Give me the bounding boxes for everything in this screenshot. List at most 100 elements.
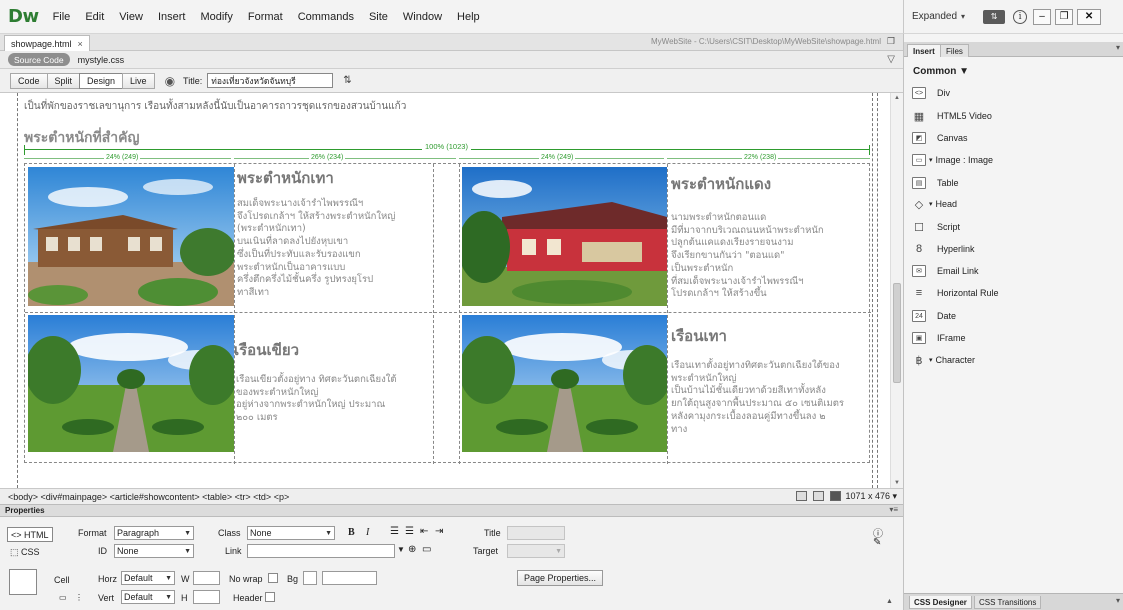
cell-height-input[interactable] — [193, 590, 220, 604]
point-to-file-icon[interactable]: ⊕ — [408, 544, 416, 555]
italic-button[interactable]: I — [366, 527, 369, 538]
insert-horizontal-rule[interactable]: ≡ Horizontal Rule — [912, 286, 999, 300]
tab-insert[interactable]: Insert — [907, 44, 941, 57]
menu-help[interactable]: Help — [457, 11, 480, 23]
unordered-list-icon[interactable]: ☰ — [390, 526, 399, 537]
menu-commands[interactable]: Commands — [298, 11, 354, 23]
insert-head[interactable]: ◇ ▾ Head — [912, 197, 957, 211]
insert-canvas[interactable]: ◩ Canvas — [912, 131, 968, 145]
insert-iframe[interactable]: ▣ IFrame — [912, 331, 966, 345]
cell-width-input[interactable] — [193, 571, 220, 585]
cell-title[interactable]: เรือนเทา — [671, 324, 727, 348]
photo-red-residence[interactable] — [462, 167, 667, 306]
page-properties-button[interactable]: Page Properties... — [517, 570, 604, 586]
format-select[interactable]: Paragraph ▼ — [114, 526, 194, 540]
viewport-size[interactable]: 1071 x 476 ▾ — [845, 491, 897, 502]
insert-hyperlink[interactable]: 8 Hyperlink — [912, 242, 975, 256]
scrollbar-thumb[interactable] — [893, 283, 901, 383]
insert-character[interactable]: ฿ ▾ Character — [912, 353, 976, 367]
browse-folder-icon[interactable]: ▭ — [422, 544, 431, 555]
panel-menu-icon[interactable]: ▾ — [1116, 43, 1120, 52]
cell-description[interactable]: สมเด็จพระนางเจ้ารำไพพรรณีฯ จึงโปรดเกล้าฯ… — [237, 198, 395, 300]
horz-align-select[interactable]: Default ▼ — [121, 571, 175, 585]
insert-table[interactable]: ▤ Table — [912, 176, 959, 190]
cell-title[interactable]: พระตำหนักแดง — [671, 172, 771, 196]
menu-file[interactable]: File — [53, 11, 71, 23]
html-mode-button[interactable]: <> HTML — [7, 527, 53, 542]
expand-icon[interactable]: ▲ — [886, 598, 893, 605]
insert-email-link[interactable]: ✉ Email Link — [912, 264, 979, 278]
nowrap-checkbox[interactable] — [268, 573, 278, 583]
bold-button[interactable]: B — [348, 527, 355, 538]
live-view-button[interactable]: Live — [122, 72, 155, 89]
split-cell-icon[interactable]: ⋮ — [75, 593, 83, 602]
link-input[interactable] — [247, 544, 395, 558]
tab-css-transitions[interactable]: CSS Transitions — [974, 596, 1042, 609]
target-select[interactable]: ▼ — [507, 544, 565, 558]
source-code-button[interactable]: Source Code — [8, 53, 70, 66]
photo-gray-house-garden[interactable] — [462, 315, 667, 452]
chevron-down-icon[interactable]: ▾ — [961, 12, 965, 21]
menu-view[interactable]: View — [119, 11, 143, 23]
insert-div[interactable]: <> Div — [912, 86, 950, 100]
scroll-up-icon[interactable]: ▲ — [894, 95, 900, 101]
insert-script[interactable]: ☐ Script — [912, 220, 960, 234]
mobile-size-icon[interactable] — [796, 491, 807, 501]
file-management-icon[interactable]: ⇅ — [343, 75, 351, 86]
cell-description[interactable]: เรือนเขียวตั้งอยู่ทาง ทิศตะวันตกเฉียงใต้… — [236, 374, 397, 425]
chevron-down-icon[interactable]: ▼ — [397, 545, 405, 554]
menu-edit[interactable]: Edit — [85, 11, 104, 23]
page-title-input[interactable]: ท่องเที่ยวจังหวัดจันทบุรี — [207, 73, 334, 88]
insert-date[interactable]: 24 Date — [912, 309, 956, 323]
code-view-button[interactable]: Code — [10, 72, 48, 89]
desktop-size-icon[interactable] — [830, 491, 841, 501]
content-table[interactable]: พระตำหนักเทา สมเด็จพระนางเจ้ารำไพพรรณีฯ … — [24, 163, 871, 464]
css-mode-button[interactable]: ⬚ CSS — [10, 547, 40, 558]
column-width-label[interactable]: 24% (249) — [539, 154, 576, 161]
title-attribute-input[interactable] — [507, 526, 565, 540]
cell-title[interactable]: พระตำหนักเทา — [237, 166, 334, 190]
id-select[interactable]: None ▼ — [114, 544, 194, 558]
info-icon[interactable]: i — [1013, 9, 1028, 24]
cell-description[interactable]: นามพระตำหนักตอนแด มีที่มาจากบริเวณถนนหน้… — [671, 212, 824, 301]
table-width-label[interactable]: 100% (1023) — [422, 142, 471, 151]
restore-window-icon[interactable]: ❐ — [887, 36, 895, 47]
photo-gray-residence[interactable] — [28, 167, 234, 306]
filter-icon[interactable]: ▽ — [887, 54, 895, 65]
cell-description[interactable]: เรือนเทาตั้งอยู่ทางทิศตะวันตกเฉียงใต้ของ… — [671, 360, 844, 436]
menu-modify[interactable]: Modify — [200, 11, 232, 23]
tag-selector[interactable]: <body> <div#mainpage> <article#showconte… — [8, 492, 289, 502]
vert-align-select[interactable]: Default ▼ — [121, 590, 175, 604]
document-tab[interactable]: showpage.html × — [4, 35, 90, 51]
tab-files[interactable]: Files — [940, 44, 969, 57]
tablet-size-icon[interactable] — [813, 491, 824, 501]
sync-settings-icon[interactable]: ⇅ — [983, 9, 1006, 24]
column-width-label[interactable]: 22% (238) — [742, 154, 779, 161]
canvas-scrollbar[interactable]: ▲ ▼ — [890, 93, 903, 488]
column-width-label[interactable]: 26% (234) — [309, 154, 346, 161]
tab-css-designer[interactable]: CSS Designer — [909, 596, 972, 609]
outdent-icon[interactable]: ⇤ — [420, 526, 428, 537]
merge-cells-icon[interactable]: ▭ — [59, 593, 67, 602]
close-tab-icon[interactable]: × — [78, 39, 83, 49]
preview-browser-icon[interactable]: ◉ — [165, 74, 175, 88]
scroll-down-icon[interactable]: ▼ — [894, 480, 900, 486]
close-icon[interactable]: ✕ — [1077, 8, 1102, 25]
menu-window[interactable]: Window — [403, 11, 442, 23]
maximize-icon[interactable]: ❐ — [1055, 8, 1074, 25]
bg-color-input[interactable] — [322, 571, 377, 585]
ordered-list-icon[interactable]: ☰ — [405, 526, 414, 537]
minimize-icon[interactable]: – — [1033, 8, 1052, 25]
design-canvas[interactable]: เป็นที่พักของราชเลขานุการ เรือนทั้งสามหล… — [0, 93, 890, 488]
menu-format[interactable]: Format — [248, 11, 283, 23]
photo-green-house-garden[interactable] — [28, 315, 234, 452]
column-width-label[interactable]: 24% (249) — [104, 154, 141, 161]
workspace-switcher[interactable]: Expanded — [912, 11, 957, 22]
insert-html5-video[interactable]: ▦ HTML5 Video — [912, 109, 992, 123]
split-view-button[interactable]: Split — [46, 72, 81, 89]
panel-menu-icon[interactable]: ▾≡ — [889, 505, 898, 514]
insert-category-select[interactable]: Common ▼ — [913, 66, 969, 77]
menu-insert[interactable]: Insert — [158, 11, 186, 23]
indent-icon[interactable]: ⇥ — [435, 526, 443, 537]
class-select[interactable]: None ▼ — [247, 526, 335, 540]
